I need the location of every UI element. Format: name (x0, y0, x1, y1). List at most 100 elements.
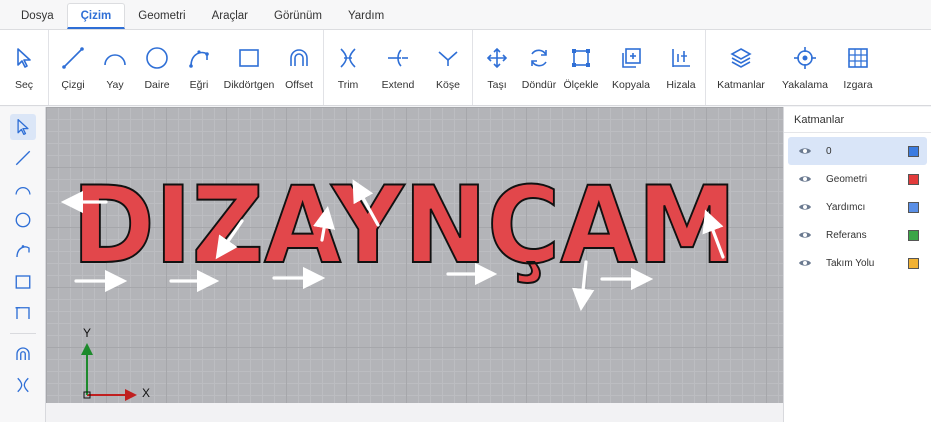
corner-rect-icon (15, 307, 30, 319)
align-icon (668, 45, 694, 71)
corner-tool-button[interactable]: Köşe (427, 30, 469, 105)
curve-tool-button[interactable]: Eğri (178, 30, 220, 105)
offset-tool-label: Offset (285, 78, 313, 91)
left-trim-button[interactable] (10, 372, 36, 398)
menu-gorunum[interactable]: Görünüm (261, 3, 335, 29)
toolpath-arrow (702, 209, 725, 259)
cursor-icon (11, 45, 37, 71)
left-circle-button[interactable] (10, 207, 36, 233)
offset-tool-button[interactable]: Offset (278, 30, 320, 105)
layer-row-takim-yolu[interactable]: Takım Yolu (788, 249, 927, 277)
layer-color-swatch[interactable] (908, 257, 919, 269)
left-toolbar-separator (9, 333, 36, 334)
menu-dosya[interactable]: Dosya (8, 3, 67, 29)
menu-cizim[interactable]: Çizim (66, 3, 126, 29)
left-curve-button[interactable] (10, 238, 36, 264)
curve-icon (186, 45, 212, 71)
ribbon-toolbar: Seç Çizgi Yay Daire Eğri Dikdörtgen Offs… (0, 30, 931, 106)
toolpath-arrows (60, 179, 725, 401)
extend-tool-label: Extend (381, 78, 415, 91)
move-tool-label: Taşı (487, 78, 507, 91)
rotate-icon (526, 45, 552, 71)
rotate-tool-label: Döndür (521, 78, 557, 91)
menu-bar: Dosya Çizim Geometri Araçlar Görünüm Yar… (0, 0, 931, 30)
left-corner-rect-button[interactable] (10, 300, 36, 326)
ribbon-group-select: Seç (0, 30, 49, 105)
layer-row-referans[interactable]: Referans (788, 221, 927, 249)
layer-color-swatch[interactable] (908, 173, 919, 185)
snap-tool-button[interactable]: Yakalama (773, 30, 837, 105)
ribbon-group-draw: Çizgi Yay Daire Eğri Dikdörtgen Offset (49, 30, 324, 105)
arc-tool-button[interactable]: Yay (94, 30, 136, 105)
layer-color-swatch[interactable] (908, 229, 919, 241)
select-tool-button[interactable]: Seç (3, 30, 45, 105)
circle-tool-button[interactable]: Daire (136, 30, 178, 105)
corner-tool-label: Köşe (436, 78, 460, 91)
snap-tool-label: Yakalama (782, 78, 828, 91)
left-select-button[interactable] (9, 114, 36, 140)
arc-icon (102, 45, 128, 71)
rectangle-icon (15, 275, 30, 289)
move-icon (484, 45, 510, 71)
eye-icon[interactable] (798, 202, 812, 212)
extend-icon (385, 45, 411, 71)
layer-name: Geometri (826, 173, 868, 185)
layers-tool-label: Katmanlar (717, 78, 765, 91)
left-offset-button[interactable] (10, 341, 36, 367)
extend-tool-button[interactable]: Extend (369, 30, 427, 105)
arc-icon (14, 186, 31, 195)
status-bar (46, 403, 783, 422)
circle-tool-label: Daire (144, 78, 170, 91)
move-tool-button[interactable]: Taşı (476, 30, 518, 105)
ribbon-group-settings: Katmanlar Yakalama Izgara (706, 30, 882, 105)
eye-icon[interactable] (798, 146, 812, 156)
layer-name: Yardımcı (826, 201, 866, 213)
left-rectangle-button[interactable] (10, 269, 36, 295)
toolpath-arrow (572, 260, 595, 312)
offset-icon (286, 45, 312, 71)
layer-row-yardimci[interactable]: Yardımcı (788, 193, 927, 221)
axis-y-label: Y (83, 326, 92, 340)
menu-araclar[interactable]: Araçlar (199, 3, 261, 29)
align-tool-button[interactable]: Hizala (660, 30, 702, 105)
left-line-button[interactable] (10, 145, 36, 171)
line-icon (15, 150, 30, 166)
toolpath-arrow (352, 179, 380, 227)
line-tool-label: Çizgi (61, 78, 85, 91)
corner-icon (435, 45, 461, 71)
offset-icon (15, 347, 30, 360)
scale-tool-label: Ölçekle (563, 78, 599, 91)
align-tool-label: Hizala (666, 78, 696, 91)
grid-tool-button[interactable]: Izgara (837, 30, 879, 105)
left-toolbar (0, 107, 46, 422)
copy-tool-button[interactable]: Kopyala (602, 30, 660, 105)
rectangle-tool-button[interactable]: Dikdörtgen (220, 30, 278, 105)
layer-row-0[interactable]: 0 (788, 137, 927, 165)
layer-color-swatch[interactable] (908, 201, 919, 213)
axis-x-label: X (142, 386, 151, 400)
line-icon (60, 45, 86, 71)
copy-icon (618, 45, 644, 71)
line-tool-button[interactable]: Çizgi (52, 30, 94, 105)
rotate-tool-button[interactable]: Döndür (518, 30, 560, 105)
drawing-canvas[interactable]: DIZAYNÇAM Y X (46, 107, 783, 403)
toolpath-arrow (313, 205, 336, 242)
layer-color-swatch[interactable] (908, 145, 919, 157)
eye-icon[interactable] (798, 230, 812, 240)
menu-yardim[interactable]: Yardım (335, 3, 397, 29)
scale-tool-button[interactable]: Ölçekle (560, 30, 602, 105)
layers-tool-button[interactable]: Katmanlar (709, 30, 773, 105)
curve-tool-label: Eğri (189, 78, 209, 91)
eye-icon[interactable] (798, 258, 812, 268)
layer-row-geometri[interactable]: Geometri (788, 165, 927, 193)
trim-tool-button[interactable]: Trim (327, 30, 369, 105)
copy-tool-label: Kopyala (612, 78, 650, 91)
circle-icon (144, 45, 170, 71)
trim-icon (335, 45, 361, 71)
rectangle-icon (236, 45, 262, 71)
layers-icon (728, 45, 754, 71)
left-arc-button[interactable] (10, 176, 36, 202)
curve-icon (15, 245, 30, 258)
menu-geometri[interactable]: Geometri (125, 3, 198, 29)
eye-icon[interactable] (798, 174, 812, 184)
